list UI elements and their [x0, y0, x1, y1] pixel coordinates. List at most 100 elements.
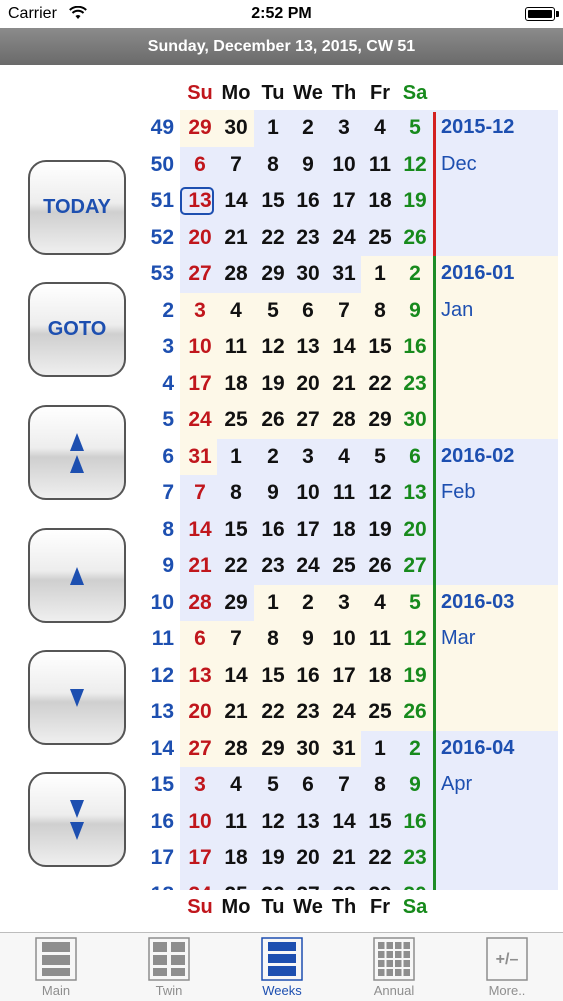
day-cell[interactable]: 9 — [255, 481, 291, 505]
day-cell[interactable]: 29 — [255, 737, 291, 761]
day-cell[interactable]: 24 — [182, 408, 218, 432]
day-cell[interactable]: 25 — [218, 408, 254, 432]
day-cell[interactable]: 21 — [218, 226, 254, 250]
week-row[interactable]: 14 27 28 29 30 31 1 2 2016-04 — [0, 731, 563, 768]
day-cell[interactable]: 18 — [362, 189, 398, 213]
day-cell[interactable]: 16 — [397, 335, 433, 359]
day-cell[interactable]: 17 — [182, 846, 218, 870]
day-cell[interactable]: 27 — [290, 883, 326, 891]
day-cell[interactable]: 9 — [290, 153, 326, 177]
day-cell[interactable]: 29 — [182, 116, 218, 140]
day-cell[interactable]: 15 — [255, 664, 291, 688]
day-cell[interactable]: 5 — [397, 116, 433, 140]
day-cell[interactable]: 24 — [326, 700, 362, 724]
tab-main[interactable]: Main — [16, 933, 96, 1001]
week-row[interactable]: 7 7 8 9 10 11 12 13 Feb — [0, 475, 563, 512]
day-cell[interactable]: 28 — [218, 262, 254, 286]
day-cell[interactable]: 19 — [362, 518, 398, 542]
week-row[interactable]: 11 6 7 8 9 10 11 12 Mar — [0, 621, 563, 658]
day-cell[interactable]: 28 — [182, 591, 218, 615]
week-row[interactable]: 10 28 29 1 2 3 4 5 2016-03 — [0, 585, 563, 622]
day-cell[interactable]: 2 — [290, 116, 326, 140]
day-cell[interactable]: 10 — [326, 627, 362, 651]
day-cell[interactable]: 24 — [326, 226, 362, 250]
day-cell[interactable]: 16 — [290, 189, 326, 213]
week-row[interactable]: 5 24 25 26 27 28 29 30 — [0, 402, 563, 439]
day-cell[interactable]: 16 — [255, 518, 291, 542]
day-cell[interactable]: 30 — [290, 262, 326, 286]
day-cell[interactable]: 19 — [255, 372, 291, 396]
day-cell[interactable]: 26 — [397, 226, 433, 250]
day-cell[interactable]: 18 — [326, 518, 362, 542]
day-cell[interactable]: 17 — [290, 518, 326, 542]
day-cell[interactable]: 21 — [326, 846, 362, 870]
week-row[interactable]: 8 14 15 16 17 18 19 20 — [0, 512, 563, 549]
day-cell[interactable]: 22 — [218, 554, 254, 578]
day-cell[interactable]: 7 — [326, 773, 362, 797]
day-cell[interactable]: 7 — [218, 153, 254, 177]
day-cell[interactable]: 16 — [397, 810, 433, 834]
day-cell[interactable]: 4 — [362, 116, 398, 140]
day-cell[interactable]: 8 — [255, 153, 291, 177]
day-cell[interactable]: 2 — [290, 591, 326, 615]
day-cell[interactable]: 8 — [362, 299, 398, 323]
day-cell[interactable]: 7 — [326, 299, 362, 323]
day-cell[interactable]: 11 — [326, 481, 362, 505]
day-cell[interactable]: 12 — [397, 627, 433, 651]
day-cell[interactable]: 25 — [362, 226, 398, 250]
day-cell[interactable]: 1 — [362, 262, 398, 286]
day-cell[interactable]: 31 — [326, 737, 362, 761]
day-cell[interactable]: 15 — [218, 518, 254, 542]
day-cell[interactable]: 22 — [255, 700, 291, 724]
day-cell[interactable]: 4 — [326, 445, 362, 469]
day-cell[interactable]: 14 — [218, 664, 254, 688]
day-cell[interactable]: 11 — [218, 335, 254, 359]
week-row[interactable]: 53 27 28 29 30 31 1 2 2016-01 — [0, 256, 563, 293]
day-cell[interactable]: 1 — [255, 591, 291, 615]
day-cell[interactable]: 30 — [218, 116, 254, 140]
day-cell[interactable]: 3 — [290, 445, 326, 469]
day-cell[interactable]: 3 — [326, 591, 362, 615]
day-cell[interactable]: 29 — [362, 883, 398, 891]
day-cell[interactable]: 26 — [397, 700, 433, 724]
day-cell[interactable]: 22 — [255, 226, 291, 250]
day-cell[interactable]: 3 — [182, 299, 218, 323]
day-cell[interactable]: 17 — [326, 189, 362, 213]
week-row[interactable]: 15 3 4 5 6 7 8 9 Apr — [0, 767, 563, 804]
day-cell[interactable]: 4 — [218, 299, 254, 323]
day-cell[interactable]: 19 — [397, 664, 433, 688]
day-cell[interactable]: 29 — [255, 262, 291, 286]
day-cell[interactable]: 11 — [218, 810, 254, 834]
week-row[interactable]: 12 13 14 15 16 17 18 19 — [0, 658, 563, 695]
day-cell[interactable]: 3 — [326, 116, 362, 140]
day-cell[interactable]: 1 — [362, 737, 398, 761]
day-cell[interactable]: 19 — [397, 189, 433, 213]
tab-weeks[interactable]: Weeks — [242, 933, 322, 1001]
day-cell[interactable]: 4 — [218, 773, 254, 797]
week-row[interactable]: 4 17 18 19 20 21 22 23 — [0, 366, 563, 403]
day-cell[interactable]: 29 — [218, 591, 254, 615]
day-cell[interactable]: 13 — [182, 664, 218, 688]
day-cell[interactable]: 12 — [255, 335, 291, 359]
day-cell[interactable]: 29 — [362, 408, 398, 432]
day-cell[interactable]: 2 — [397, 737, 433, 761]
day-cell[interactable]: 31 — [182, 445, 218, 469]
day-cell[interactable]: 20 — [182, 700, 218, 724]
week-row[interactable]: 16 10 11 12 13 14 15 16 — [0, 804, 563, 841]
day-cell[interactable]: 11 — [362, 153, 398, 177]
day-cell[interactable]: 14 — [326, 335, 362, 359]
day-cell[interactable]: 22 — [362, 846, 398, 870]
day-cell[interactable]: 31 — [326, 262, 362, 286]
week-row[interactable]: 6 31 1 2 3 4 5 6 2016-02 — [0, 439, 563, 476]
day-cell[interactable]: 25 — [362, 700, 398, 724]
day-cell[interactable]: 26 — [255, 883, 291, 891]
day-cell[interactable]: 13 — [290, 335, 326, 359]
day-cell[interactable]: 6 — [290, 773, 326, 797]
day-cell[interactable]: 6 — [397, 445, 433, 469]
day-cell[interactable]: 24 — [182, 883, 218, 891]
day-cell[interactable]: 7 — [218, 627, 254, 651]
day-cell[interactable]: 27 — [182, 262, 218, 286]
day-cell[interactable]: 23 — [397, 372, 433, 396]
day-cell[interactable]: 27 — [290, 408, 326, 432]
tab-twin[interactable]: Twin — [129, 933, 209, 1001]
